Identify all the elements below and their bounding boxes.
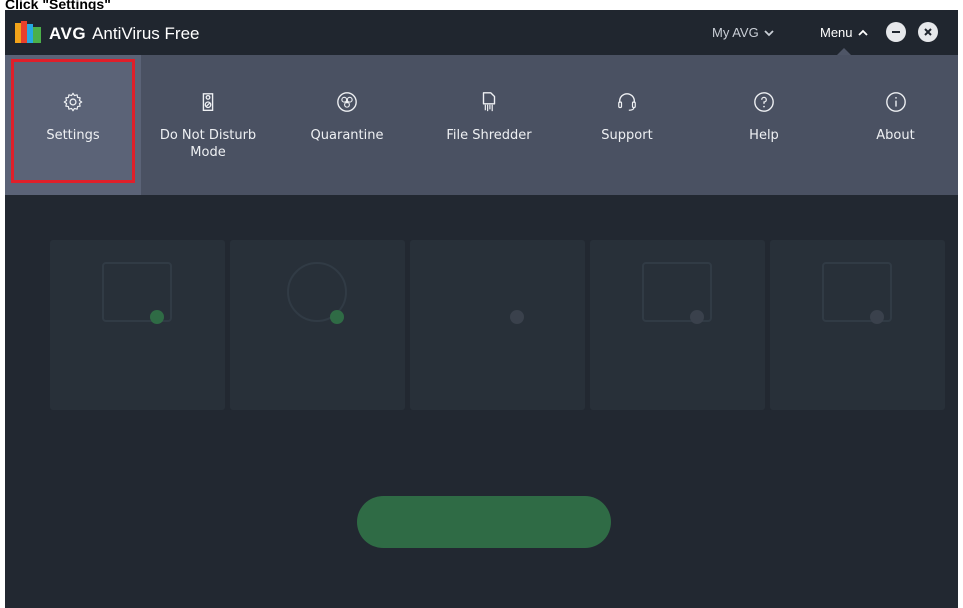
status-dot [330,310,344,324]
status-dot [690,310,704,324]
menu-item-help[interactable]: Help [695,55,833,195]
menu-item-quarantine[interactable]: Quarantine [275,55,419,195]
biohazard-icon [337,92,357,112]
menu-item-settings[interactable]: Settings [5,55,141,195]
brand-name: AVG [49,24,87,43]
chevron-down-icon [764,29,774,36]
minus-icon [892,31,900,33]
main-menu-dropdown: Settings Do Not Disturb Mode Quarantine [5,55,958,195]
menu-item-support[interactable]: Support [559,55,695,195]
computer-card [50,240,225,410]
chevron-up-icon [857,29,868,36]
question-icon [754,92,774,112]
menu-item-label: Support [601,128,653,143]
status-dot [870,310,884,324]
my-avg-label: My AVG [712,25,759,40]
avg-window: AVG AntiVirus Free My AVG Menu Settings [5,10,958,608]
avg-logo-icon [15,21,41,43]
product-name: AntiVirus Free [92,24,200,43]
scan-button-dimmed [357,496,611,548]
close-button[interactable] [918,22,938,42]
menu-item-label: About [876,128,915,143]
my-avg-button[interactable]: My AVG [712,25,774,40]
menu-item-label: File Shredder [446,128,532,143]
menu-button[interactable]: Menu [820,25,868,40]
info-icon [885,92,906,112]
close-icon [924,28,932,36]
payments-card [770,240,945,410]
headset-icon [618,93,636,111]
hacker-card [410,240,585,410]
web-email-card [230,240,405,410]
app-title: AVG AntiVirus Free [49,24,199,44]
privacy-card [590,240,765,410]
title-bar: AVG AntiVirus Free My AVG Menu [5,10,958,55]
menu-label: Menu [820,25,853,40]
menu-item-label: Quarantine [310,128,384,143]
menu-item-label: Settings [46,128,100,143]
gear-icon [63,92,83,112]
minimize-button[interactable] [886,22,906,42]
status-dot [510,310,524,324]
shredder-icon [482,92,496,112]
menu-item-file-shredder[interactable]: File Shredder [419,55,559,195]
menu-item-do-not-disturb[interactable]: Do Not Disturb Mode [141,55,275,195]
menu-item-about[interactable]: About [833,55,958,195]
status-dot [150,310,164,324]
menu-item-label: Help [749,128,779,143]
door-hanger-icon [202,93,214,111]
menu-item-label: Do Not Disturb Mode [159,128,257,160]
